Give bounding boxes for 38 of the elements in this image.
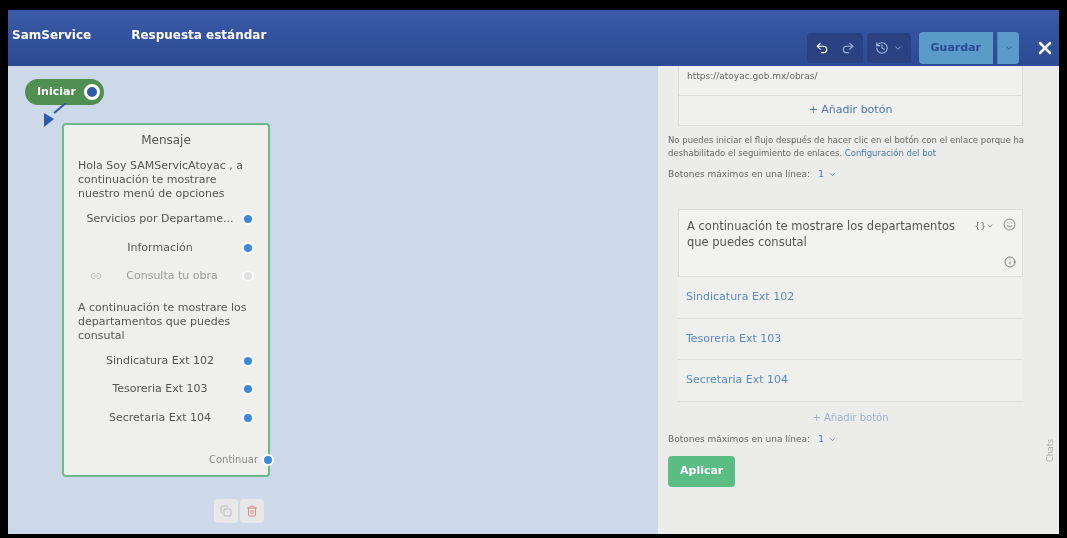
node-title: Mensaje: [140, 132, 192, 149]
start-label: Iniciar: [37, 83, 76, 100]
message-text: A continuación te mostrare los departamentos que puedes consutal: [78, 300, 248, 343]
continue-label: Continuar: [208, 453, 258, 467]
redo-icon[interactable]: [840, 41, 855, 55]
bot-settings-link[interactable]: Configuración del bot: [844, 147, 937, 158]
caret-icon: [986, 222, 994, 230]
add-button-link[interactable]: + Añadir botón: [678, 96, 1023, 126]
variable-button[interactable]: {}: [974, 218, 994, 234]
message-text: Hola Soy SAMServicAtoyac , a continuación te mostrare nuestro menú de opciones: [78, 159, 244, 201]
trash-icon: [246, 505, 258, 517]
message-field[interactable]: A continuación te mostrare los departamentos que puedes consutal {}: [678, 209, 1023, 277]
reply-option[interactable]: Servicios por Departame...: [78, 205, 242, 234]
history-button[interactable]: [866, 33, 911, 63]
notice-text: No puedes iniciar el flujo después de hacer clic en el botón con el enlace porque ha deshabilitado el seguimiento de enlaces. Configuración del bot: [668, 133, 1025, 160]
history-icon: [874, 41, 889, 55]
reply-option[interactable]: Sindicatura Ext 102: [78, 346, 242, 375]
caret-icon: [1003, 43, 1014, 53]
max-buttons-dropdown[interactable]: 1: [818, 432, 837, 446]
copy-icon: [220, 505, 232, 517]
caret-icon: [892, 43, 903, 53]
max-buttons-label: Botones máximos en una línea:: [668, 432, 811, 446]
max-buttons-dropdown[interactable]: 1: [818, 167, 837, 181]
info-icon: [1004, 256, 1016, 268]
apply-button[interactable]: Aplicar: [668, 456, 736, 487]
brand-name: SamService: [12, 27, 92, 44]
undo-icon[interactable]: [814, 41, 829, 55]
reply-option[interactable]: Tesoreria Ext 103: [78, 375, 242, 404]
max-buttons-label: Botones máximos en una línea:: [668, 167, 811, 181]
reply-option[interactable]: Información: [78, 233, 242, 262]
start-node[interactable]: Iniciar: [25, 79, 104, 105]
emoji-icon[interactable]: [1003, 218, 1016, 231]
url-field[interactable]: https://atoyac.gob.mx/obras/: [678, 66, 1023, 96]
link-option[interactable]: Consulta tu obra: [102, 262, 242, 291]
delete-button[interactable]: [240, 499, 264, 523]
page-title: Respuesta estándar: [131, 27, 267, 44]
reply-option[interactable]: Secretaria Ext 104: [78, 403, 242, 432]
save-button[interactable]: Guardar: [918, 32, 993, 64]
